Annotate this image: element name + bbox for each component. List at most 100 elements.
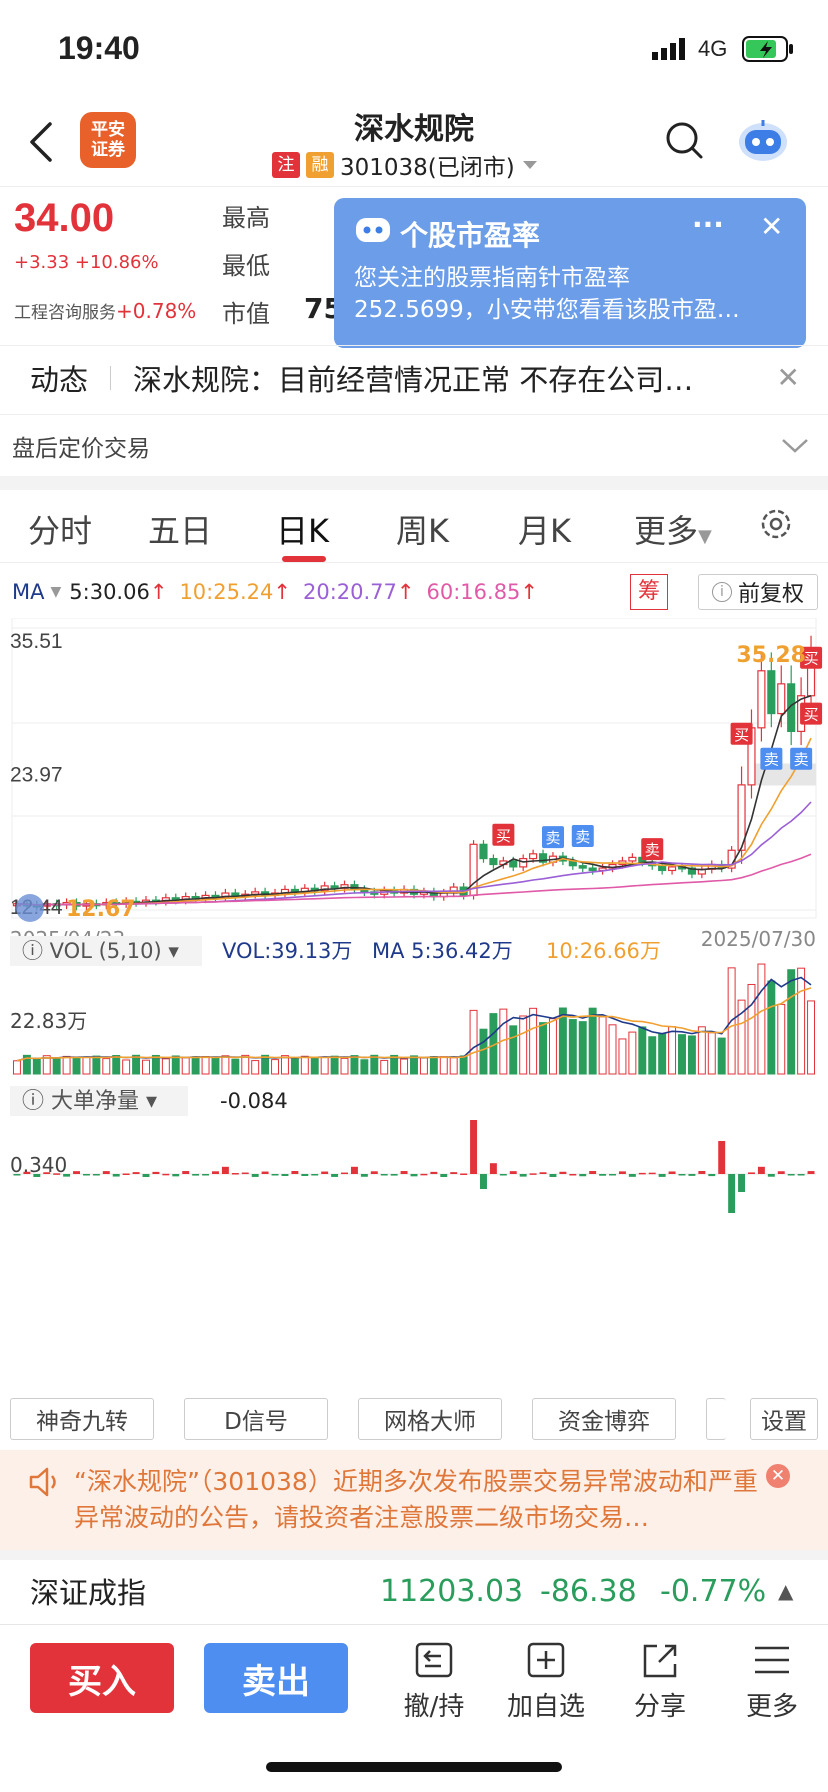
bigorder-bar <box>370 1171 378 1174</box>
chip-distribution-button[interactable]: 筹 <box>630 574 668 610</box>
candle-body <box>519 857 528 868</box>
vol-bar <box>588 1007 597 1075</box>
risk-notice[interactable]: “深水规院”（301038）近期多次发布股票交易异常波动和严重异常波动的公告，请… <box>0 1450 828 1550</box>
tab-weekly-k[interactable]: 周K <box>396 506 449 552</box>
chevron-up-icon[interactable]: ▲ <box>778 1579 793 1603</box>
vol-title: ⓘ VOL (5,10) ▾ <box>22 939 179 963</box>
vol-bar <box>102 1058 111 1075</box>
bigorder-bar <box>43 1172 51 1174</box>
after-hours-section[interactable]: 盘后定价交易 <box>0 414 828 476</box>
bigorder-bar <box>807 1171 815 1174</box>
bigorder-bar <box>102 1171 110 1174</box>
candle-body <box>667 866 677 872</box>
vol-bar <box>608 1024 617 1075</box>
settings-gear-icon[interactable] <box>758 506 794 546</box>
search-icon[interactable] <box>664 120 704 164</box>
assistant-robot-icon[interactable] <box>736 116 790 168</box>
tab-five-day[interactable]: 五日 <box>148 506 212 552</box>
index-ticker[interactable]: 深证成指 11203.03 -86.38 -0.77% ▲ <box>0 1560 828 1622</box>
signal-icon <box>652 38 692 64</box>
tool-fund-game-button[interactable]: 资金博弈 <box>532 1398 676 1440</box>
tool-d-signal-button[interactable]: D信号 <box>184 1398 328 1440</box>
tab-daily-k[interactable]: 日K <box>276 506 329 552</box>
pe-ratio-popup[interactable]: 个股市盈率 ··· ✕ 您关注的股票指南针市盈率 252.5699，小安带您看看… <box>334 198 806 348</box>
popup-close-icon[interactable]: ✕ <box>760 210 783 243</box>
bigorder-bar <box>569 1173 577 1176</box>
bigorder-bar <box>509 1171 517 1174</box>
tool-overflow-button[interactable] <box>706 1398 726 1440</box>
vol-bar <box>370 1054 379 1075</box>
tool-grid-master-button[interactable]: 网格大师 <box>358 1398 502 1440</box>
vol-bar <box>598 1016 607 1075</box>
signal-label: 卖 <box>545 829 560 847</box>
bigorder-bar <box>648 1172 656 1175</box>
bigorder-bar <box>271 1174 279 1176</box>
bigorder-bar <box>350 1166 358 1174</box>
popup-more-icon[interactable]: ··· <box>692 208 724 241</box>
buy-button[interactable]: 买入 <box>30 1643 174 1713</box>
bigorder-bar <box>331 1174 339 1177</box>
bigorder-bar <box>539 1172 547 1174</box>
vol-bar <box>787 969 796 1075</box>
signal-label: 买 <box>804 706 819 724</box>
more-button[interactable]: 更多 <box>724 1640 820 1723</box>
industry-line[interactable]: 工程咨询服务+0.78% <box>14 298 196 323</box>
bigorder-bar <box>559 1171 567 1174</box>
bigorder-bar <box>450 1172 458 1174</box>
candle-body <box>628 856 637 862</box>
bigorder-bar <box>182 1171 190 1174</box>
kline-chart[interactable]: 买卖卖卖买卖卖买买35.5123.9712.4435.2812.672025/0… <box>0 618 828 1386</box>
news-ticker[interactable]: 动态 深水规院：目前经营情况正常 不存在公司… ✕ <box>0 345 828 409</box>
sell-button[interactable]: 卖出 <box>204 1643 348 1713</box>
bigorder-bar <box>400 1171 408 1174</box>
vol-bar <box>62 1055 71 1075</box>
vol-bar <box>509 1025 518 1075</box>
vol-bar <box>32 1058 41 1075</box>
vol-bar <box>539 1022 548 1075</box>
notice-close-icon[interactable]: ✕ <box>766 1464 790 1488</box>
cancel-hold-button[interactable]: 撤/持 <box>386 1640 482 1723</box>
chevron-down-icon <box>782 439 808 453</box>
bigorder-bar <box>618 1171 626 1174</box>
bigorder-bar <box>112 1174 120 1177</box>
bigorder-bar <box>420 1173 428 1176</box>
bigorder-bar <box>767 1174 775 1177</box>
vol-bar <box>310 1056 319 1075</box>
bigorder-bar <box>708 1174 716 1177</box>
vol-bar <box>747 983 756 1075</box>
bigorder-bar <box>162 1173 170 1176</box>
ma-legend[interactable]: MA ▼ 5:30.06 ↑ 10:25.24 ↑ 20:20.77 ↑ 60:16.… <box>12 580 538 604</box>
vol-bar <box>668 1026 677 1075</box>
adjust-price-button[interactable]: i 前复权 <box>698 574 818 610</box>
vol-bar <box>459 1055 468 1075</box>
vol-bar <box>171 1055 180 1075</box>
vol-bar <box>449 1057 458 1075</box>
bigorder-bar <box>13 1174 21 1176</box>
vol-bar <box>72 1056 81 1075</box>
bigorder-bar <box>589 1171 597 1174</box>
bigorder-bar <box>549 1174 557 1177</box>
tab-intraday[interactable]: 分时 <box>28 506 92 552</box>
bigorder-bar <box>658 1174 666 1177</box>
bigorder-bar <box>609 1174 616 1176</box>
tab-monthly-k[interactable]: 月K <box>518 506 571 552</box>
add-watchlist-button[interactable]: 加自选 <box>498 1640 594 1723</box>
tool-settings-button[interactable]: 设置 <box>750 1398 818 1440</box>
signal-label: 卖 <box>575 828 590 846</box>
cancel-hold-icon <box>415 1642 453 1678</box>
bigorder-bar <box>489 1163 497 1174</box>
share-button[interactable]: 分享 <box>612 1640 708 1723</box>
news-close-icon[interactable]: ✕ <box>777 361 800 394</box>
vol-bar <box>300 1055 309 1075</box>
section-gap <box>0 476 828 490</box>
vol-ma5: MA 5:36.42万 <box>372 939 513 963</box>
vol-bar <box>419 1057 428 1075</box>
vol-bar <box>161 1058 170 1075</box>
tab-more[interactable]: 更多▼ <box>634 506 712 552</box>
tool-nine-turn-button[interactable]: 神奇九转 <box>10 1398 154 1440</box>
bigorder-bar <box>718 1141 726 1174</box>
candle-body <box>777 683 786 715</box>
stock-code-line[interactable]: 注 融 301038(已闭市) <box>272 148 539 182</box>
vol-bar <box>241 1054 250 1075</box>
vol-bar <box>797 967 806 1075</box>
